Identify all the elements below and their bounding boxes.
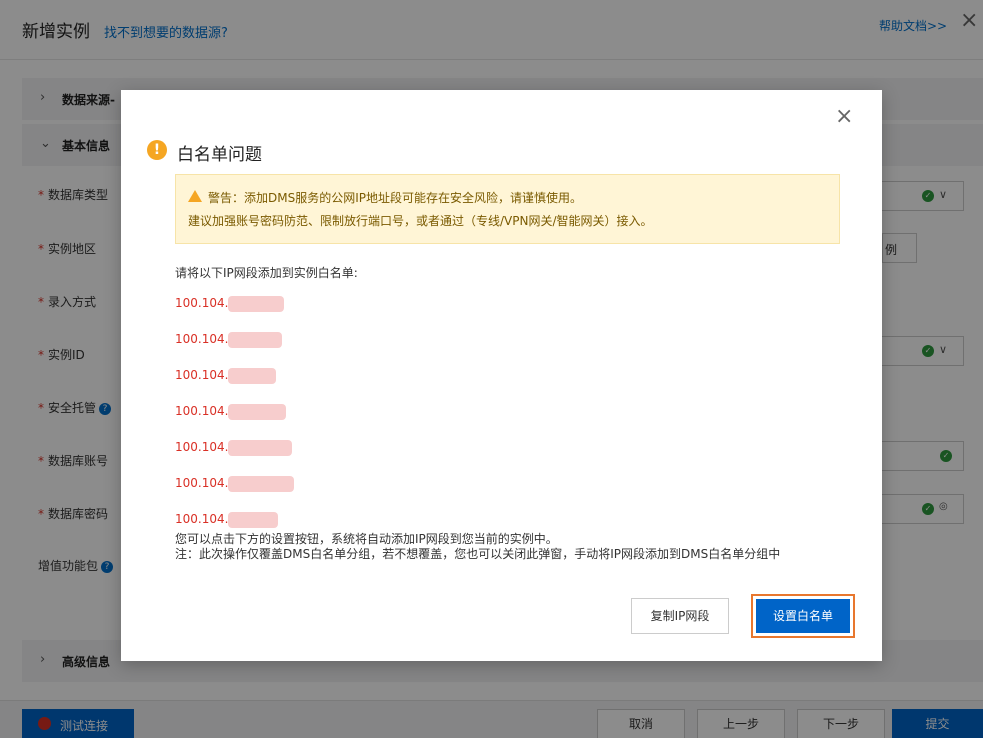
warning-message: 警告：添加DMS服务的公网IP地址段可能存在安全风险，请谨慎使用。 建议加强账号… — [175, 174, 840, 244]
copy-ip-button[interactable]: 复制IP网段 — [631, 598, 729, 634]
alert-triangle-icon — [188, 190, 202, 202]
warning-icon: ! — [147, 140, 167, 160]
redacted-value — [228, 404, 286, 420]
list-item: 100.104. — [175, 510, 335, 530]
dialog-title: 白名单问题 — [177, 145, 262, 165]
warning-text-line2: 建议加强账号密码防范、限制放行端口号，或者通过（专线/VPN网关/智能网关）接入… — [188, 214, 653, 228]
list-item: 100.104. — [175, 402, 335, 422]
close-icon[interactable]: × — [835, 106, 853, 128]
ip-intro-text: 请将以下IP网段添加到实例白名单: — [175, 266, 358, 280]
set-whitelist-button[interactable]: 设置白名单 — [756, 599, 850, 633]
redacted-value — [228, 440, 292, 456]
set-whitelist-highlight: 设置白名单 — [751, 594, 855, 638]
list-item: 100.104. — [175, 330, 335, 350]
redacted-value — [228, 296, 284, 312]
redacted-value — [228, 368, 276, 384]
redacted-value — [228, 512, 278, 528]
whitelist-dialog: × ! 白名单问题 警告：添加DMS服务的公网IP地址段可能存在安全风险，请谨慎… — [121, 90, 882, 661]
list-item: 100.104. — [175, 474, 335, 494]
note-text-line2: 注：此次操作仅覆盖DMS白名单分组，若不想覆盖，您也可以关闭此弹窗，手动将IP网… — [175, 547, 781, 561]
list-item: 100.104. — [175, 366, 335, 386]
warning-text-line1: 警告：添加DMS服务的公网IP地址段可能存在安全风险，请谨慎使用。 — [208, 191, 582, 205]
redacted-value — [228, 332, 282, 348]
redacted-value — [228, 476, 294, 492]
list-item: 100.104. — [175, 438, 335, 458]
list-item: 100.104. — [175, 294, 335, 314]
